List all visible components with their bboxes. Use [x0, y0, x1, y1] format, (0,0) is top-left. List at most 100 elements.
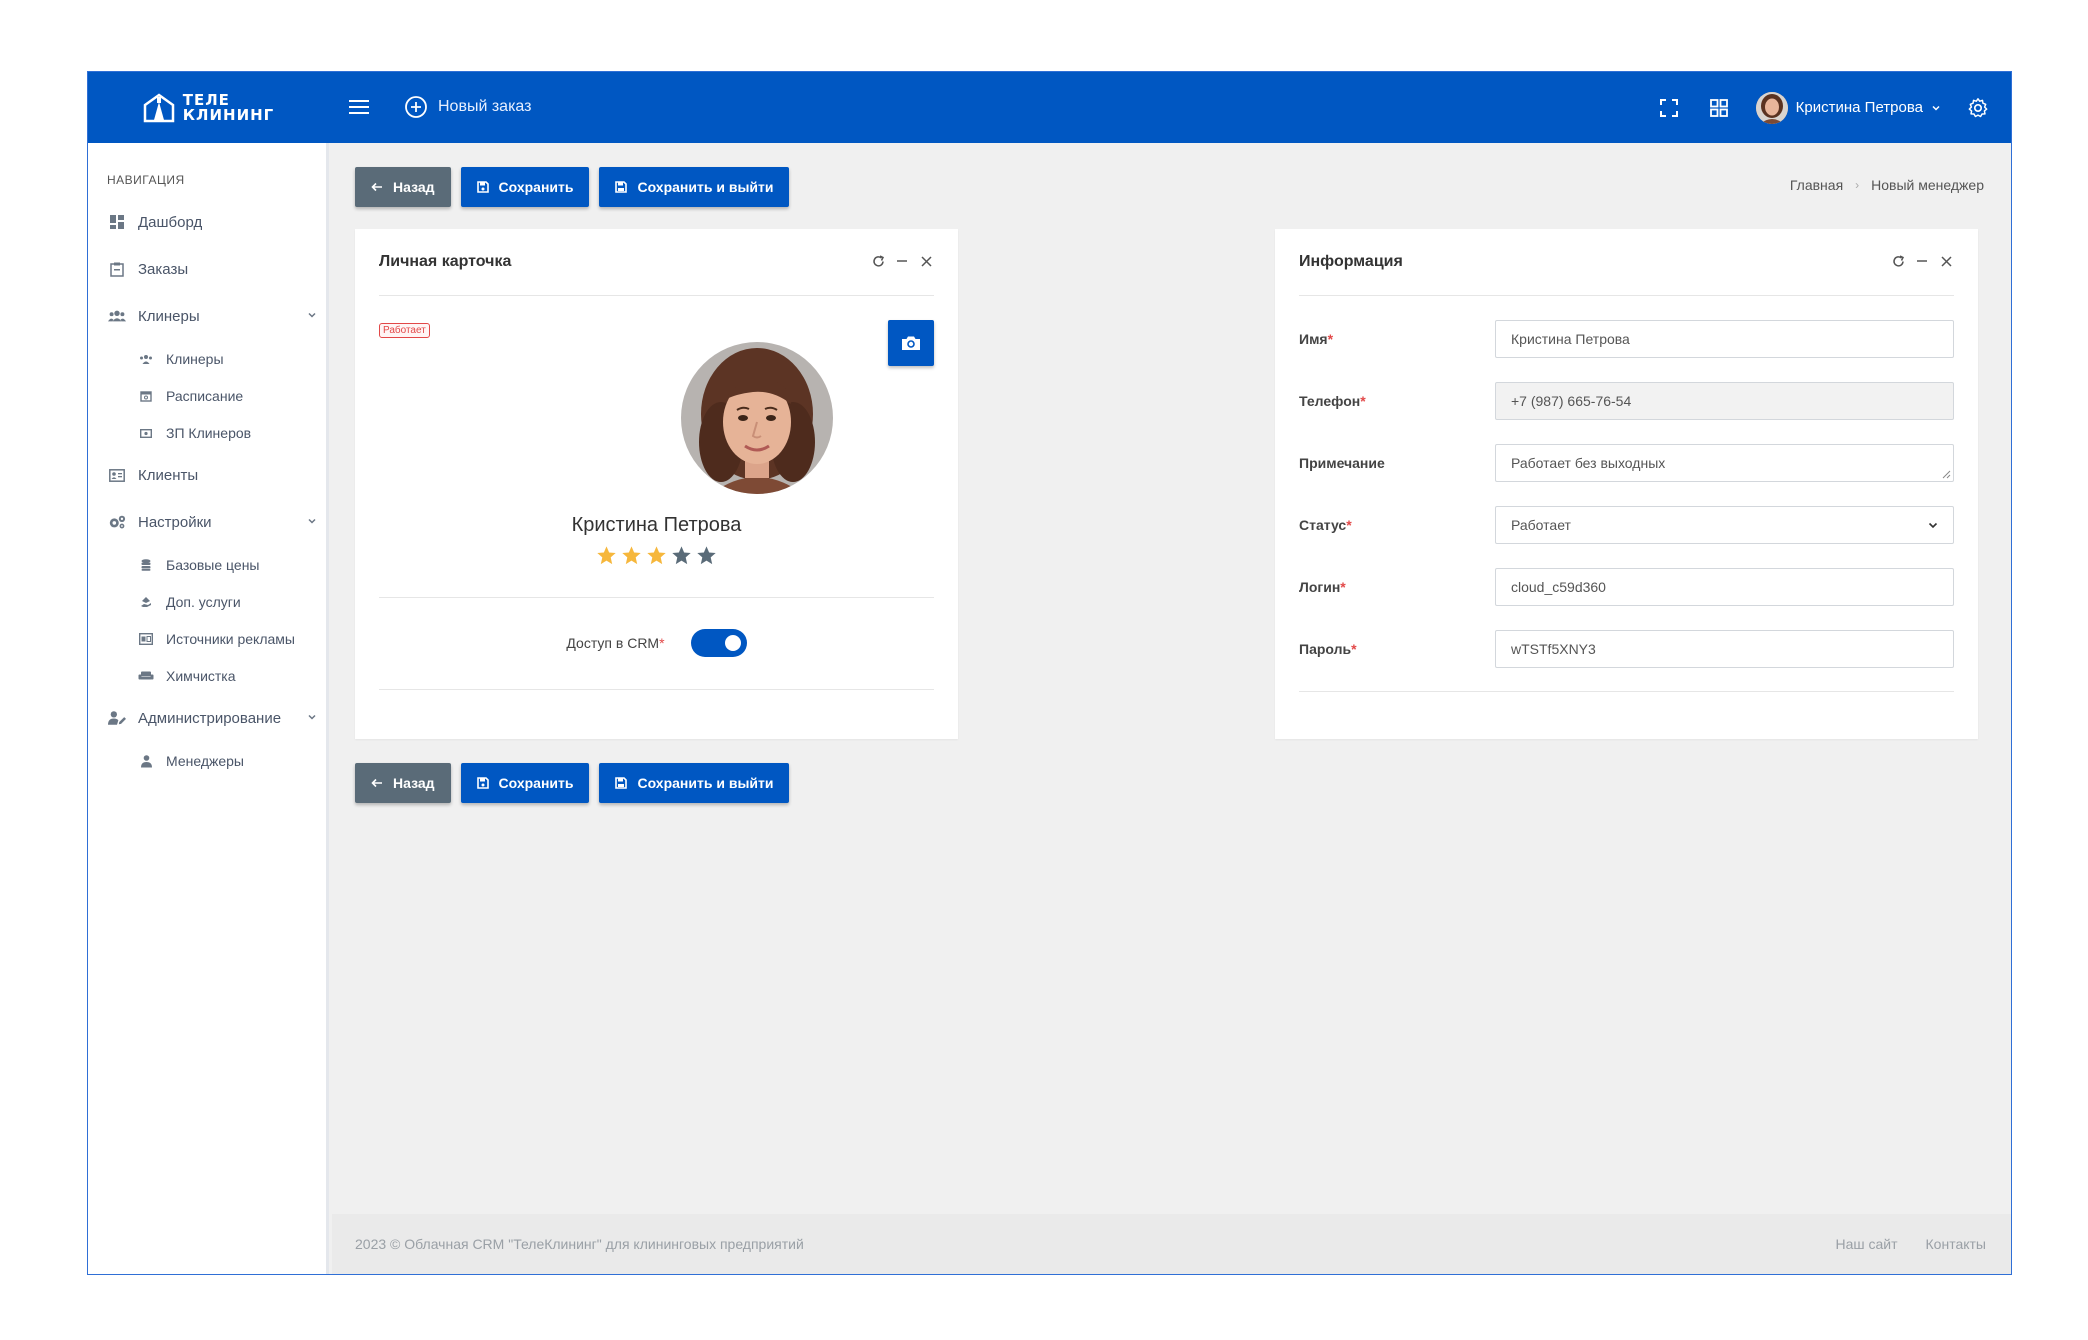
top-action-toolbar: Назад Сохранить Сохранить и выйти	[355, 167, 790, 207]
app-window: ТЕЛЕ КЛИНИНГ Новый заказ Кристина Петров…	[87, 71, 2012, 1275]
fullscreen-icon[interactable]	[1656, 95, 1682, 121]
couch-icon	[138, 668, 154, 684]
save-button[interactable]: Сохранить	[460, 763, 590, 803]
refresh-icon[interactable]	[1890, 253, 1906, 269]
toggle-knob	[724, 635, 741, 651]
star-empty-icon[interactable]	[696, 545, 717, 566]
field-row-name: Имя* Кристина Петрова	[1299, 320, 1954, 358]
save-button[interactable]: Сохранить	[460, 167, 590, 207]
card-divider	[1299, 691, 1954, 692]
footer-link-contacts[interactable]: Контакты	[1926, 1236, 1986, 1252]
login-input[interactable]: cloud_c59d360	[1495, 568, 1954, 606]
field-label: Статус*	[1299, 517, 1352, 533]
sidebar-subitem-dry-cleaning[interactable]: Химчистка	[138, 668, 236, 684]
floppy-icon	[476, 181, 489, 193]
hand-icon	[138, 594, 154, 610]
rating-stars[interactable]	[355, 545, 958, 566]
sidebar-subitem-schedule[interactable]: Расписание	[138, 388, 243, 404]
save-and-exit-button[interactable]: Сохранить и выйти	[599, 763, 790, 803]
users-icon	[108, 307, 126, 325]
profile-name: Кристина Петрова	[571, 514, 742, 536]
chevron-down-icon	[308, 714, 316, 720]
settings-gear-icon[interactable]	[1965, 95, 1991, 121]
apps-grid-icon[interactable]	[1706, 95, 1732, 121]
footer-copyright: 2023 © Облачная CRM "ТелеКлининг" для кл…	[355, 1236, 804, 1252]
star-filled-icon[interactable]	[596, 545, 617, 566]
save-and-exit-button[interactable]: Сохранить и выйти	[599, 167, 790, 207]
note-textarea[interactable]: Работает без выходных	[1495, 444, 1954, 482]
footer-links: Наш сайт Контакты	[1835, 1236, 1986, 1252]
star-filled-icon[interactable]	[646, 545, 667, 566]
sidebar-subitem-managers[interactable]: Менеджеры	[138, 753, 244, 769]
arrow-left-icon	[371, 778, 382, 788]
user-name: Кристина Петрова	[1795, 99, 1923, 116]
plus-circle-icon	[405, 96, 427, 118]
calendar-icon	[138, 388, 154, 404]
back-button[interactable]: Назад	[355, 763, 451, 803]
crm-access-label: Доступ в CRM*	[566, 635, 665, 651]
hamburger-icon[interactable]	[346, 94, 372, 120]
refresh-icon[interactable]	[870, 253, 886, 269]
card-divider	[379, 689, 934, 690]
sidebar-item-label: Настройки	[138, 513, 212, 531]
footer: 2023 © Облачная CRM "ТелеКлининг" для кл…	[332, 1214, 2011, 1274]
phone-input[interactable]: +7 (987) 665-76-54	[1495, 382, 1954, 420]
sidebar-item-settings[interactable]: Настройки	[108, 513, 318, 531]
star-filled-icon[interactable]	[621, 545, 642, 566]
card-divider	[379, 295, 934, 296]
field-row-note: Примечание Работает без выходных	[1299, 444, 1954, 482]
field-row-status: Статус* Работает	[1299, 506, 1954, 544]
bottom-action-toolbar: Назад Сохранить Сохранить и выйти	[355, 763, 790, 803]
breadcrumb: Главная › Новый менеджер	[1790, 177, 1984, 193]
floppy-exit-icon	[615, 777, 628, 789]
save-exit-label: Сохранить и выйти	[637, 775, 774, 791]
field-row-phone: Телефон* +7 (987) 665-76-54	[1299, 382, 1954, 420]
name-input[interactable]: Кристина Петрова	[1495, 320, 1954, 358]
brand-logo[interactable]: ТЕЛЕ КЛИНИНГ	[88, 72, 329, 143]
upload-photo-button[interactable]	[888, 320, 934, 366]
sidebar-item-dashboard[interactable]: Дашборд	[108, 213, 318, 231]
save-label: Сохранить	[498, 775, 574, 791]
star-empty-icon[interactable]	[671, 545, 692, 566]
sidebar-subitem-extra-services[interactable]: Доп. услуги	[138, 594, 241, 610]
camera-icon	[902, 336, 920, 350]
chevron-down-icon	[1928, 522, 1938, 529]
new-order-button[interactable]: Новый заказ	[404, 94, 531, 120]
sidebar-item-cleaners[interactable]: Клинеры	[108, 307, 318, 325]
breadcrumb-current: Новый менеджер	[1871, 177, 1984, 193]
crm-access-toggle[interactable]	[690, 629, 747, 657]
password-input[interactable]: wTSTf5XNY3	[1495, 630, 1954, 668]
save-label: Сохранить	[498, 179, 574, 195]
sidebar-item-clients[interactable]: Клиенты	[108, 466, 318, 484]
sidebar-subitem-cleaner-salary[interactable]: ЗП Клинеров	[138, 425, 251, 441]
sidebar-subitem-label: Источники рекламы	[166, 631, 295, 647]
sidebar-subitem-ad-sources[interactable]: Источники рекламы	[138, 631, 295, 647]
sidebar-subitem-base-prices[interactable]: Базовые цены	[138, 557, 259, 573]
minimize-icon[interactable]	[1914, 253, 1930, 269]
breadcrumb-home[interactable]: Главная	[1790, 177, 1843, 193]
chevron-down-icon	[308, 312, 316, 318]
sidebar-item-administration[interactable]: Администрирование	[108, 709, 318, 727]
back-button[interactable]: Назад	[355, 167, 451, 207]
sidebar-item-orders[interactable]: Заказы	[108, 260, 318, 278]
minimize-icon[interactable]	[894, 253, 910, 269]
status-badge: Работает	[379, 323, 430, 338]
back-label: Назад	[393, 775, 435, 791]
info-card-title: Информация	[1299, 253, 1403, 270]
sidebar-subitem-label: Доп. услуги	[166, 594, 241, 610]
footer-link-site[interactable]: Наш сайт	[1835, 1236, 1897, 1252]
status-select[interactable]: Работает	[1495, 506, 1954, 544]
sidebar-subitem-label: ЗП Клинеров	[166, 425, 252, 441]
resize-handle-icon[interactable]	[1942, 470, 1951, 479]
user-icon	[138, 753, 154, 769]
sidebar-subitem-label: Расписание	[166, 388, 244, 404]
close-icon[interactable]	[918, 253, 934, 269]
top-right-controls: Кристина Петрова	[1656, 72, 1991, 143]
status-select-value: Работает	[1511, 517, 1571, 533]
close-icon[interactable]	[1938, 253, 1954, 269]
brand-name: ТЕЛЕ КЛИНИНГ	[182, 90, 275, 124]
floppy-exit-icon	[615, 181, 628, 193]
sidebar-subitem-cleaners[interactable]: Клинеры	[138, 351, 224, 367]
user-menu[interactable]: Кристина Петрова	[1755, 91, 1941, 124]
back-label: Назад	[393, 179, 435, 195]
